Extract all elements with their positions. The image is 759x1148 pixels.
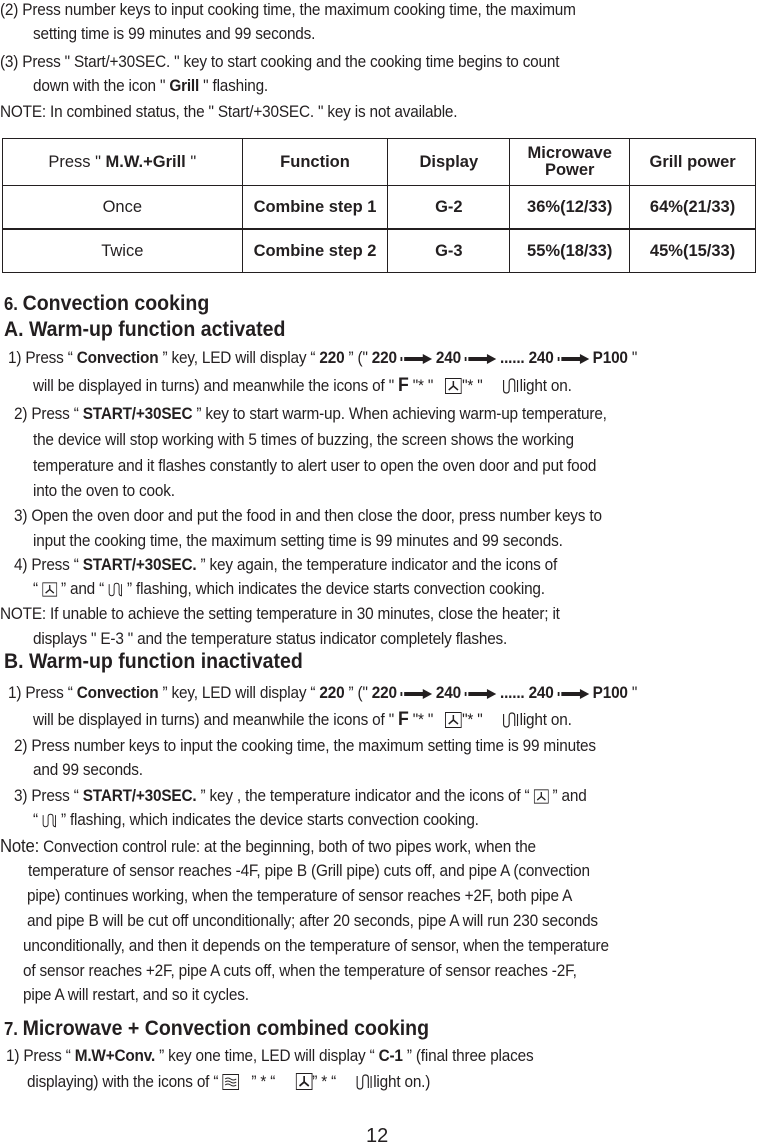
b-step-2-line-2: and 99 seconds.	[33, 761, 143, 779]
b-step-2-line-1: 2) Press number keys to input the cookin…	[14, 737, 596, 755]
right-arrow-icon	[400, 349, 433, 369]
b-note-line-4: and pipe B will be cut off unconditional…	[27, 912, 598, 930]
table-header-row: Press " M.W.+Grill " Function Display Mi…	[2, 138, 756, 186]
header-grill-power: Grill power	[629, 138, 756, 186]
cell-grill-power: 64%(21/33)	[629, 185, 756, 230]
b-note-line-3: pipe) continues working, when the temper…	[27, 887, 573, 905]
a-step-4-line-2: “ ” and “ ” flashing, which indicates th…	[33, 579, 545, 602]
step-3-line-2: down with the icon " Grill " flashing.	[33, 76, 268, 96]
a-step-2-line-1: 2) Press “ START/+30SEC ” key to start w…	[14, 405, 607, 423]
page-number: 12	[366, 1125, 389, 1147]
f-icon: F	[398, 375, 409, 396]
cell-press: Twice	[2, 228, 243, 273]
header-press: Press " M.W.+Grill "	[2, 138, 243, 186]
table-row: Once Combine step 1 G-2 36%(12/33) 64%(2…	[2, 185, 756, 230]
a-step-1-line-1: 1) Press “ Convection ” key, LED will di…	[8, 349, 638, 369]
convection-fan-icon	[445, 378, 463, 399]
b-step-3-line-2: “ ” flashing, which indicates the device…	[33, 810, 479, 833]
cell-microwave-power: 55%(18/33)	[509, 228, 631, 273]
b-note-line-7: pipe A will restart, and so it cycles.	[23, 986, 249, 1004]
heater-element-icon	[503, 712, 520, 733]
f-icon: F	[398, 709, 409, 730]
header-display: Display	[387, 138, 511, 186]
section-7-heading: 7. Microwave + Convection combined cooki…	[4, 1017, 430, 1040]
convection-fan-icon	[42, 582, 57, 602]
microwave-waves-icon	[222, 1074, 240, 1095]
b-step-1-line-2: will be displayed in turns) and meanwhil…	[33, 710, 572, 733]
convection-fan-icon	[445, 712, 463, 733]
header-microwave-power: Microwave Power	[509, 138, 631, 186]
sec7-step-1-line-1: 1) Press “ M.W+Conv. ” key one time, LED…	[6, 1047, 534, 1065]
table-row: Twice Combine step 2 G-3 55%(18/33) 45%(…	[2, 228, 756, 273]
a-step-3-line-1: 3) Open the oven door and put the food i…	[14, 507, 602, 525]
cell-function: Combine step 2	[241, 228, 389, 273]
convection-fan-icon	[295, 1073, 313, 1095]
cell-press: Once	[2, 185, 243, 230]
b-note-line-5: unconditionally, and then it depends on …	[23, 937, 609, 955]
b-note-line-2: temperature of sensor reaches -4F, pipe …	[28, 862, 590, 880]
convection-fan-icon	[533, 789, 549, 809]
text: down with the icon "	[33, 77, 170, 95]
a-note-line-2: displays " E-3 " and the temperature sta…	[33, 630, 508, 648]
text: " flashing.	[199, 77, 268, 95]
cell-grill-power: 45%(15/33)	[629, 228, 756, 273]
header-function: Function	[241, 138, 389, 186]
right-arrow-icon	[400, 684, 433, 704]
a-step-3-line-2: input the cooking time, the maximum sett…	[33, 532, 563, 550]
step-2-line-1: (2) Press number keys to input cooking t…	[0, 1, 576, 19]
grill-label: Grill	[169, 77, 200, 95]
section-6b-heading: B. Warm-up function inactivated	[4, 650, 303, 673]
step-2-line-2: setting time is 99 minutes and 99 second…	[33, 25, 316, 43]
cell-display: G-2	[387, 185, 511, 230]
b-step-1-line-1: 1) Press “ Convection ” key, LED will di…	[8, 684, 638, 704]
heater-element-icon	[108, 582, 123, 602]
a-step-1-line-2: will be displayed in turns) and meanwhil…	[33, 376, 572, 399]
right-arrow-icon	[464, 684, 497, 704]
a-step-2-line-4: into the oven to cook.	[33, 482, 175, 500]
note-label: Note:	[0, 836, 40, 856]
right-arrow-icon	[557, 684, 589, 704]
b-note-line-6: of sensor reaches +2F, pipe A cuts off, …	[23, 962, 577, 980]
cell-display: G-3	[387, 228, 511, 273]
a-step-4-line-1: 4) Press “ START/+30SEC. ” key again, th…	[14, 556, 558, 574]
right-arrow-icon	[464, 349, 497, 369]
cell-microwave-power: 36%(12/33)	[509, 185, 631, 230]
b-note-line-1: Note: Convection control rule: at the be…	[0, 836, 536, 856]
a-note-line-1: NOTE: If unable to achieve the setting t…	[0, 605, 560, 623]
sec7-step-1-line-2: displaying) with the icons of “ ” * “ ” …	[27, 1072, 430, 1095]
a-step-2-line-2: the device will stop working with 5 time…	[33, 431, 574, 449]
intro-note: NOTE: In combined status, the " Start/+3…	[0, 103, 458, 121]
step-3-line-1: (3) Press " Start/+30SEC. " key to start…	[0, 53, 560, 71]
right-arrow-icon	[557, 349, 589, 369]
section-6a-heading: A. Warm-up function activated	[4, 318, 286, 341]
cell-function: Combine step 1	[241, 185, 389, 230]
section-6-heading: 6. Convection cooking	[4, 292, 210, 315]
heater-element-icon	[42, 813, 57, 833]
heater-element-icon	[356, 1074, 373, 1095]
grill-combine-table: Press " M.W.+Grill " Function Display Mi…	[2, 138, 756, 273]
heater-element-icon	[503, 378, 520, 399]
a-step-2-line-3: temperature and it flashes constantly to…	[33, 457, 597, 475]
b-step-3-line-1: 3) Press “ START/+30SEC. ” key , the tem…	[14, 786, 587, 809]
